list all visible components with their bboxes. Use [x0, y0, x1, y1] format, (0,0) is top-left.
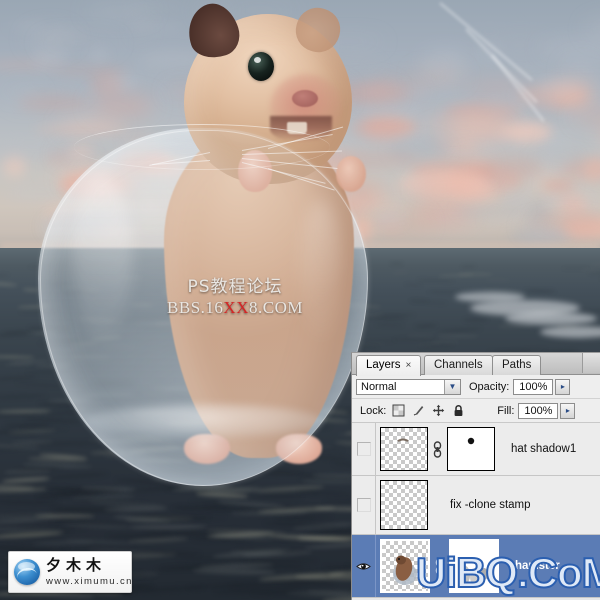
layer-name[interactable]: hat shadow1	[511, 443, 576, 455]
eye-icon[interactable]	[356, 561, 371, 572]
opacity-label: Opacity:	[469, 380, 510, 393]
table-row[interactable]: fix -clone stamp	[352, 476, 600, 535]
layer-thumbnail[interactable]	[380, 480, 428, 530]
opacity-arrow-glyph: ▸	[560, 382, 565, 391]
tab-layers-label: Layers	[366, 359, 401, 371]
layer-thumbnail[interactable]	[380, 427, 428, 471]
logo-url: www.ximumu.cn	[46, 575, 133, 587]
logo-orb-icon	[14, 559, 40, 585]
screenshot-stage: PS教程论坛 BBS.16XX8.COM 夕木木 www.ximumu.cn L…	[0, 0, 600, 600]
blend-mode-select[interactable]: Normal ▼	[356, 378, 461, 395]
visibility-empty-box-icon	[356, 442, 371, 456]
tab-channels[interactable]: Channels	[424, 355, 493, 375]
tab-paths[interactable]: Paths	[492, 355, 542, 375]
lock-position-icon[interactable]	[432, 404, 445, 417]
table-row[interactable]: hat shadow1	[352, 423, 600, 476]
fill-label: Fill:	[497, 404, 515, 417]
tab-channels-label: Channels	[434, 359, 483, 371]
lock-icon-group	[392, 404, 465, 417]
blend-mode-value: Normal	[361, 380, 397, 393]
blend-opacity-row: Normal ▼ Opacity: 100% ▸	[352, 375, 600, 399]
site-logo-badge: 夕木木 www.ximumu.cn	[8, 551, 132, 593]
layer-thumbnail[interactable]	[380, 539, 430, 593]
lock-all-icon[interactable]	[452, 404, 465, 417]
layer-thumb-content	[393, 555, 417, 585]
layer-visibility-toggle[interactable]	[352, 535, 376, 597]
opacity-slider-arrow-icon[interactable]: ▸	[555, 378, 571, 395]
hamster-eye	[248, 52, 274, 81]
logo-name: 夕木木	[46, 555, 107, 574]
layer-list: hat shadow1 fix -clone stamp hamster	[352, 423, 600, 598]
visibility-empty-box-icon	[356, 498, 371, 512]
layer-mask-link-icon[interactable]	[432, 440, 443, 458]
logo-text-group: 夕木木 www.ximumu.cn	[46, 555, 133, 587]
table-row[interactable]: hamster	[352, 535, 600, 598]
tab-close-icon[interactable]: ×	[406, 360, 412, 371]
fill-slider-arrow-icon[interactable]: ▸	[560, 402, 576, 419]
layers-panel: Layers × Channels Paths Normal ▼ Opacity:…	[351, 352, 600, 600]
lock-image-icon[interactable]	[412, 404, 425, 417]
layer-mask-content	[460, 566, 492, 585]
layer-mask-thumbnail[interactable]	[449, 539, 499, 593]
chevron-down-icon[interactable]: ▼	[444, 379, 460, 394]
tab-layers[interactable]: Layers ×	[356, 355, 422, 376]
layer-name[interactable]: hamster	[515, 560, 560, 572]
hamster-paw-right	[336, 156, 366, 192]
layer-mask-content	[467, 437, 475, 445]
layer-thumb-content	[397, 438, 409, 442]
lock-label: Lock:	[360, 404, 387, 417]
glass-highlight-right	[300, 200, 342, 340]
lock-fill-row: Lock: Fill: 100% ▸	[352, 399, 600, 423]
layer-visibility-toggle[interactable]	[352, 423, 376, 475]
glass-bowl-base-reflection	[86, 404, 322, 438]
layer-mask-thumbnail[interactable]	[447, 427, 495, 471]
panel-tab-bar: Layers × Channels Paths	[352, 353, 600, 376]
layer-mask-link-icon[interactable]	[434, 557, 445, 575]
opacity-input[interactable]: 100%	[513, 378, 554, 395]
tab-paths-label: Paths	[502, 359, 532, 371]
layer-visibility-toggle[interactable]	[352, 476, 376, 534]
panel-menu-corner[interactable]	[582, 353, 600, 373]
glass-bowl-opening	[74, 124, 330, 170]
hamster-nose	[292, 90, 318, 107]
lock-transparency-icon[interactable]	[392, 404, 405, 417]
chevron-down-glyph: ▼	[448, 381, 457, 391]
layer-name[interactable]: fix -clone stamp	[450, 499, 531, 511]
fill-input[interactable]: 100%	[518, 402, 559, 419]
fill-arrow-glyph: ▸	[565, 406, 570, 415]
glass-highlight-left	[72, 176, 132, 336]
